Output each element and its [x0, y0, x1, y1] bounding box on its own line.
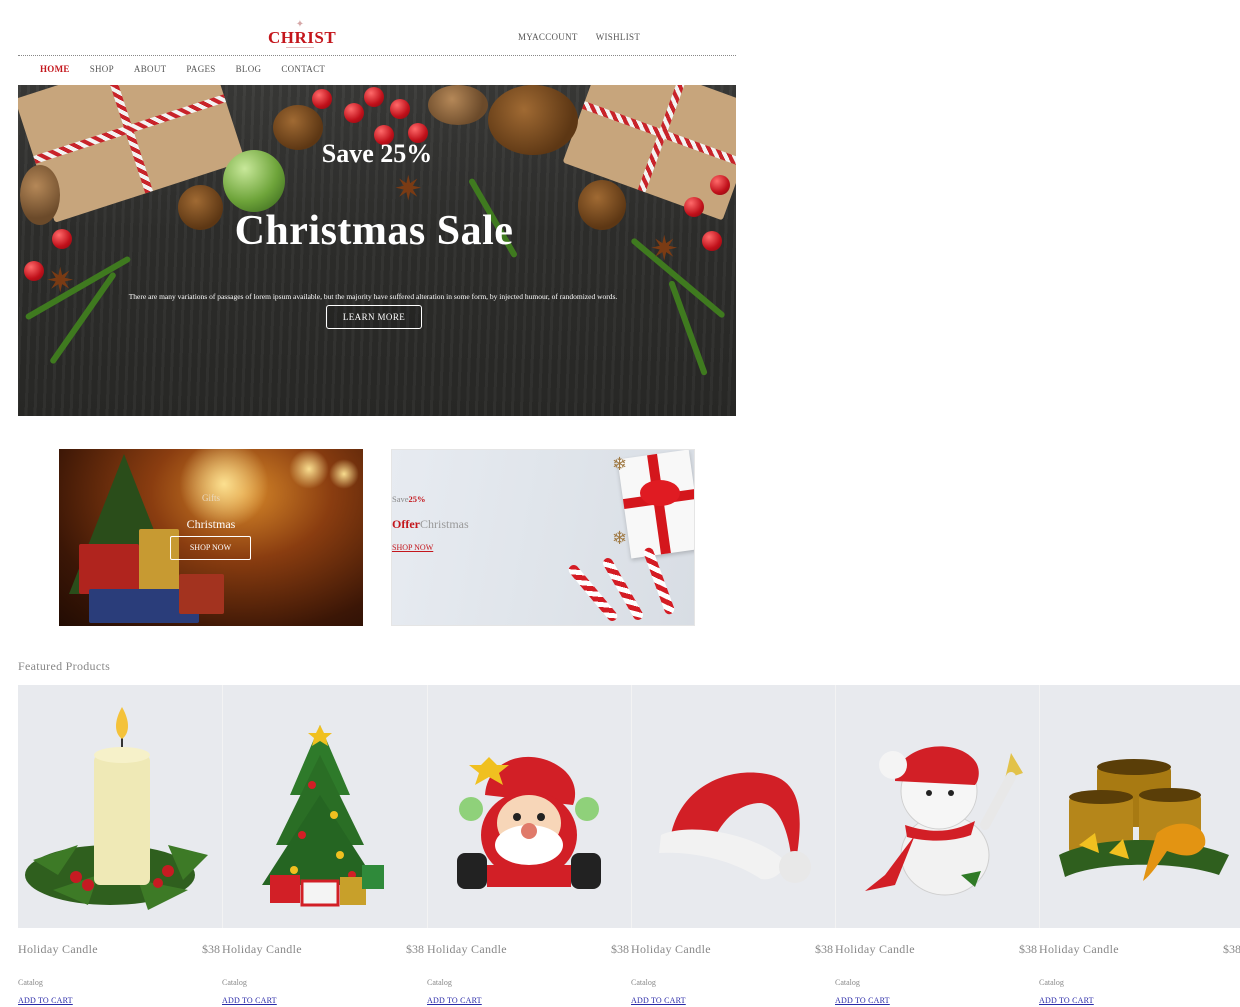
berry-image — [344, 103, 364, 123]
walnut-image — [428, 85, 488, 125]
candle-icon[interactable] — [18, 685, 222, 928]
save-percent: 25% — [408, 494, 426, 504]
wishlist-link[interactable]: WISHLIST — [596, 32, 640, 46]
shop-now-link[interactable]: SHOP NOW — [392, 543, 433, 552]
site-header: ✦ CHRIST MYACCOUNT WISHLIST — [18, 0, 736, 56]
offer-text: Christmas — [419, 517, 469, 531]
berry-image — [390, 99, 410, 119]
product-card[interactable]: Holiday Candle $38 Catalog ADD TO CART — [835, 685, 1039, 1007]
hero-description: There are many variations of passages of… — [128, 292, 618, 301]
add-to-cart-link[interactable]: ADD TO CART — [631, 996, 686, 1005]
product-card[interactable]: Holiday Candle $38 Catalog ADD TO CART — [18, 685, 222, 1007]
product-card[interactable]: Holiday Candle $38 Catalog ADD TO CART — [222, 685, 426, 1007]
berry-image — [24, 261, 44, 281]
ribbon-bow-image — [640, 480, 680, 506]
add-to-cart-link[interactable]: ADD TO CART — [18, 996, 73, 1005]
product-name[interactable]: Holiday Candle — [835, 942, 915, 957]
product-name[interactable]: Holiday Candle — [1039, 942, 1119, 957]
nav-home[interactable]: HOME — [40, 64, 70, 78]
nav-blog[interactable]: BLOG — [236, 64, 262, 78]
bokeh-light — [289, 449, 329, 489]
banner-title: OfferChristmas — [392, 517, 469, 532]
product-name[interactable]: Holiday Candle — [222, 942, 302, 957]
santa-hat-icon[interactable] — [631, 685, 835, 928]
logo-text: CHRIST — [268, 28, 337, 47]
hero-banner: ✷ ✷ ✷ Save 25% Christmas Sale There are … — [18, 85, 736, 416]
candles-icon[interactable] — [1039, 685, 1240, 928]
promo-banner-offer[interactable]: ❄ ❄ Save25% OfferChristmas SHOP NOW — [391, 449, 695, 626]
snowflake-icon: ❄ — [612, 454, 628, 474]
candy-cane-image — [642, 546, 676, 616]
learn-more-button[interactable]: LEARN MORE — [326, 305, 422, 329]
hero-title: Christmas Sale — [234, 208, 514, 254]
product-category: Catalog — [18, 978, 43, 987]
banner-title: Christmas — [186, 517, 236, 531]
berry-image — [710, 175, 730, 195]
nav-pages[interactable]: PAGES — [186, 64, 215, 78]
product-category: Catalog — [222, 978, 247, 987]
product-price: $38 — [1019, 942, 1037, 956]
product-price: $38 — [1223, 942, 1240, 956]
star-anise-icon: ✷ — [394, 171, 423, 208]
product-card[interactable]: Holiday Candle $38 Catalog ADD TO CART — [427, 685, 631, 1007]
product-name[interactable]: Holiday Candle — [631, 942, 711, 957]
berry-image — [312, 89, 332, 109]
berry-image — [364, 87, 384, 107]
product-price: $38 — [815, 942, 833, 956]
snowman-icon[interactable] — [835, 685, 1039, 928]
offer-label: Offer — [392, 517, 420, 531]
product-price: $38 — [202, 942, 220, 956]
bokeh-light — [329, 459, 359, 489]
nav-about[interactable]: ABOUT — [134, 64, 167, 78]
product-card[interactable]: Holiday Candle $38 Catalog ADD TO CART — [1039, 685, 1240, 1007]
my-account-link[interactable]: MYACCOUNT — [518, 32, 578, 46]
product-price: $38 — [406, 942, 424, 956]
product-price: $38 — [611, 942, 629, 956]
add-to-cart-link[interactable]: ADD TO CART — [1039, 996, 1094, 1005]
product-category: Catalog — [1039, 978, 1064, 987]
featured-products-heading: Featured Products — [18, 659, 111, 673]
product-name[interactable]: Holiday Candle — [18, 942, 98, 957]
christmas-tree-icon[interactable] — [222, 685, 426, 928]
nav-shop[interactable]: SHOP — [90, 64, 114, 78]
product-category: Catalog — [427, 978, 452, 987]
main-nav: HOME SHOP ABOUT PAGES BLOG CONTACT — [40, 64, 325, 78]
site-logo[interactable]: ✦ CHRIST — [268, 18, 337, 52]
product-category: Catalog — [631, 978, 656, 987]
shop-now-button[interactable]: SHOP NOW — [170, 536, 251, 560]
gift-box-image — [179, 574, 224, 614]
snowflake-icon: ❄ — [612, 528, 628, 548]
product-category: Catalog — [835, 978, 860, 987]
product-card[interactable]: Holiday Candle $38 Catalog ADD TO CART — [631, 685, 835, 1007]
banner-subtitle: Gifts — [202, 493, 220, 503]
banner-save-text: Save25% — [392, 494, 426, 504]
promo-banner-gifts[interactable]: Gifts Christmas SHOP NOW — [59, 449, 363, 626]
add-to-cart-link[interactable]: ADD TO CART — [222, 996, 277, 1005]
save-prefix: Save — [392, 494, 409, 504]
hero-discount-text: Save 25% — [321, 139, 433, 168]
nav-contact[interactable]: CONTACT — [281, 64, 325, 78]
add-to-cart-link[interactable]: ADD TO CART — [835, 996, 890, 1005]
add-to-cart-link[interactable]: ADD TO CART — [427, 996, 482, 1005]
santa-icon[interactable] — [427, 685, 631, 928]
account-links: MYACCOUNT WISHLIST — [518, 32, 640, 46]
logo-underline — [286, 47, 314, 50]
gift-box-image — [79, 544, 139, 594]
product-name[interactable]: Holiday Candle — [427, 942, 507, 957]
